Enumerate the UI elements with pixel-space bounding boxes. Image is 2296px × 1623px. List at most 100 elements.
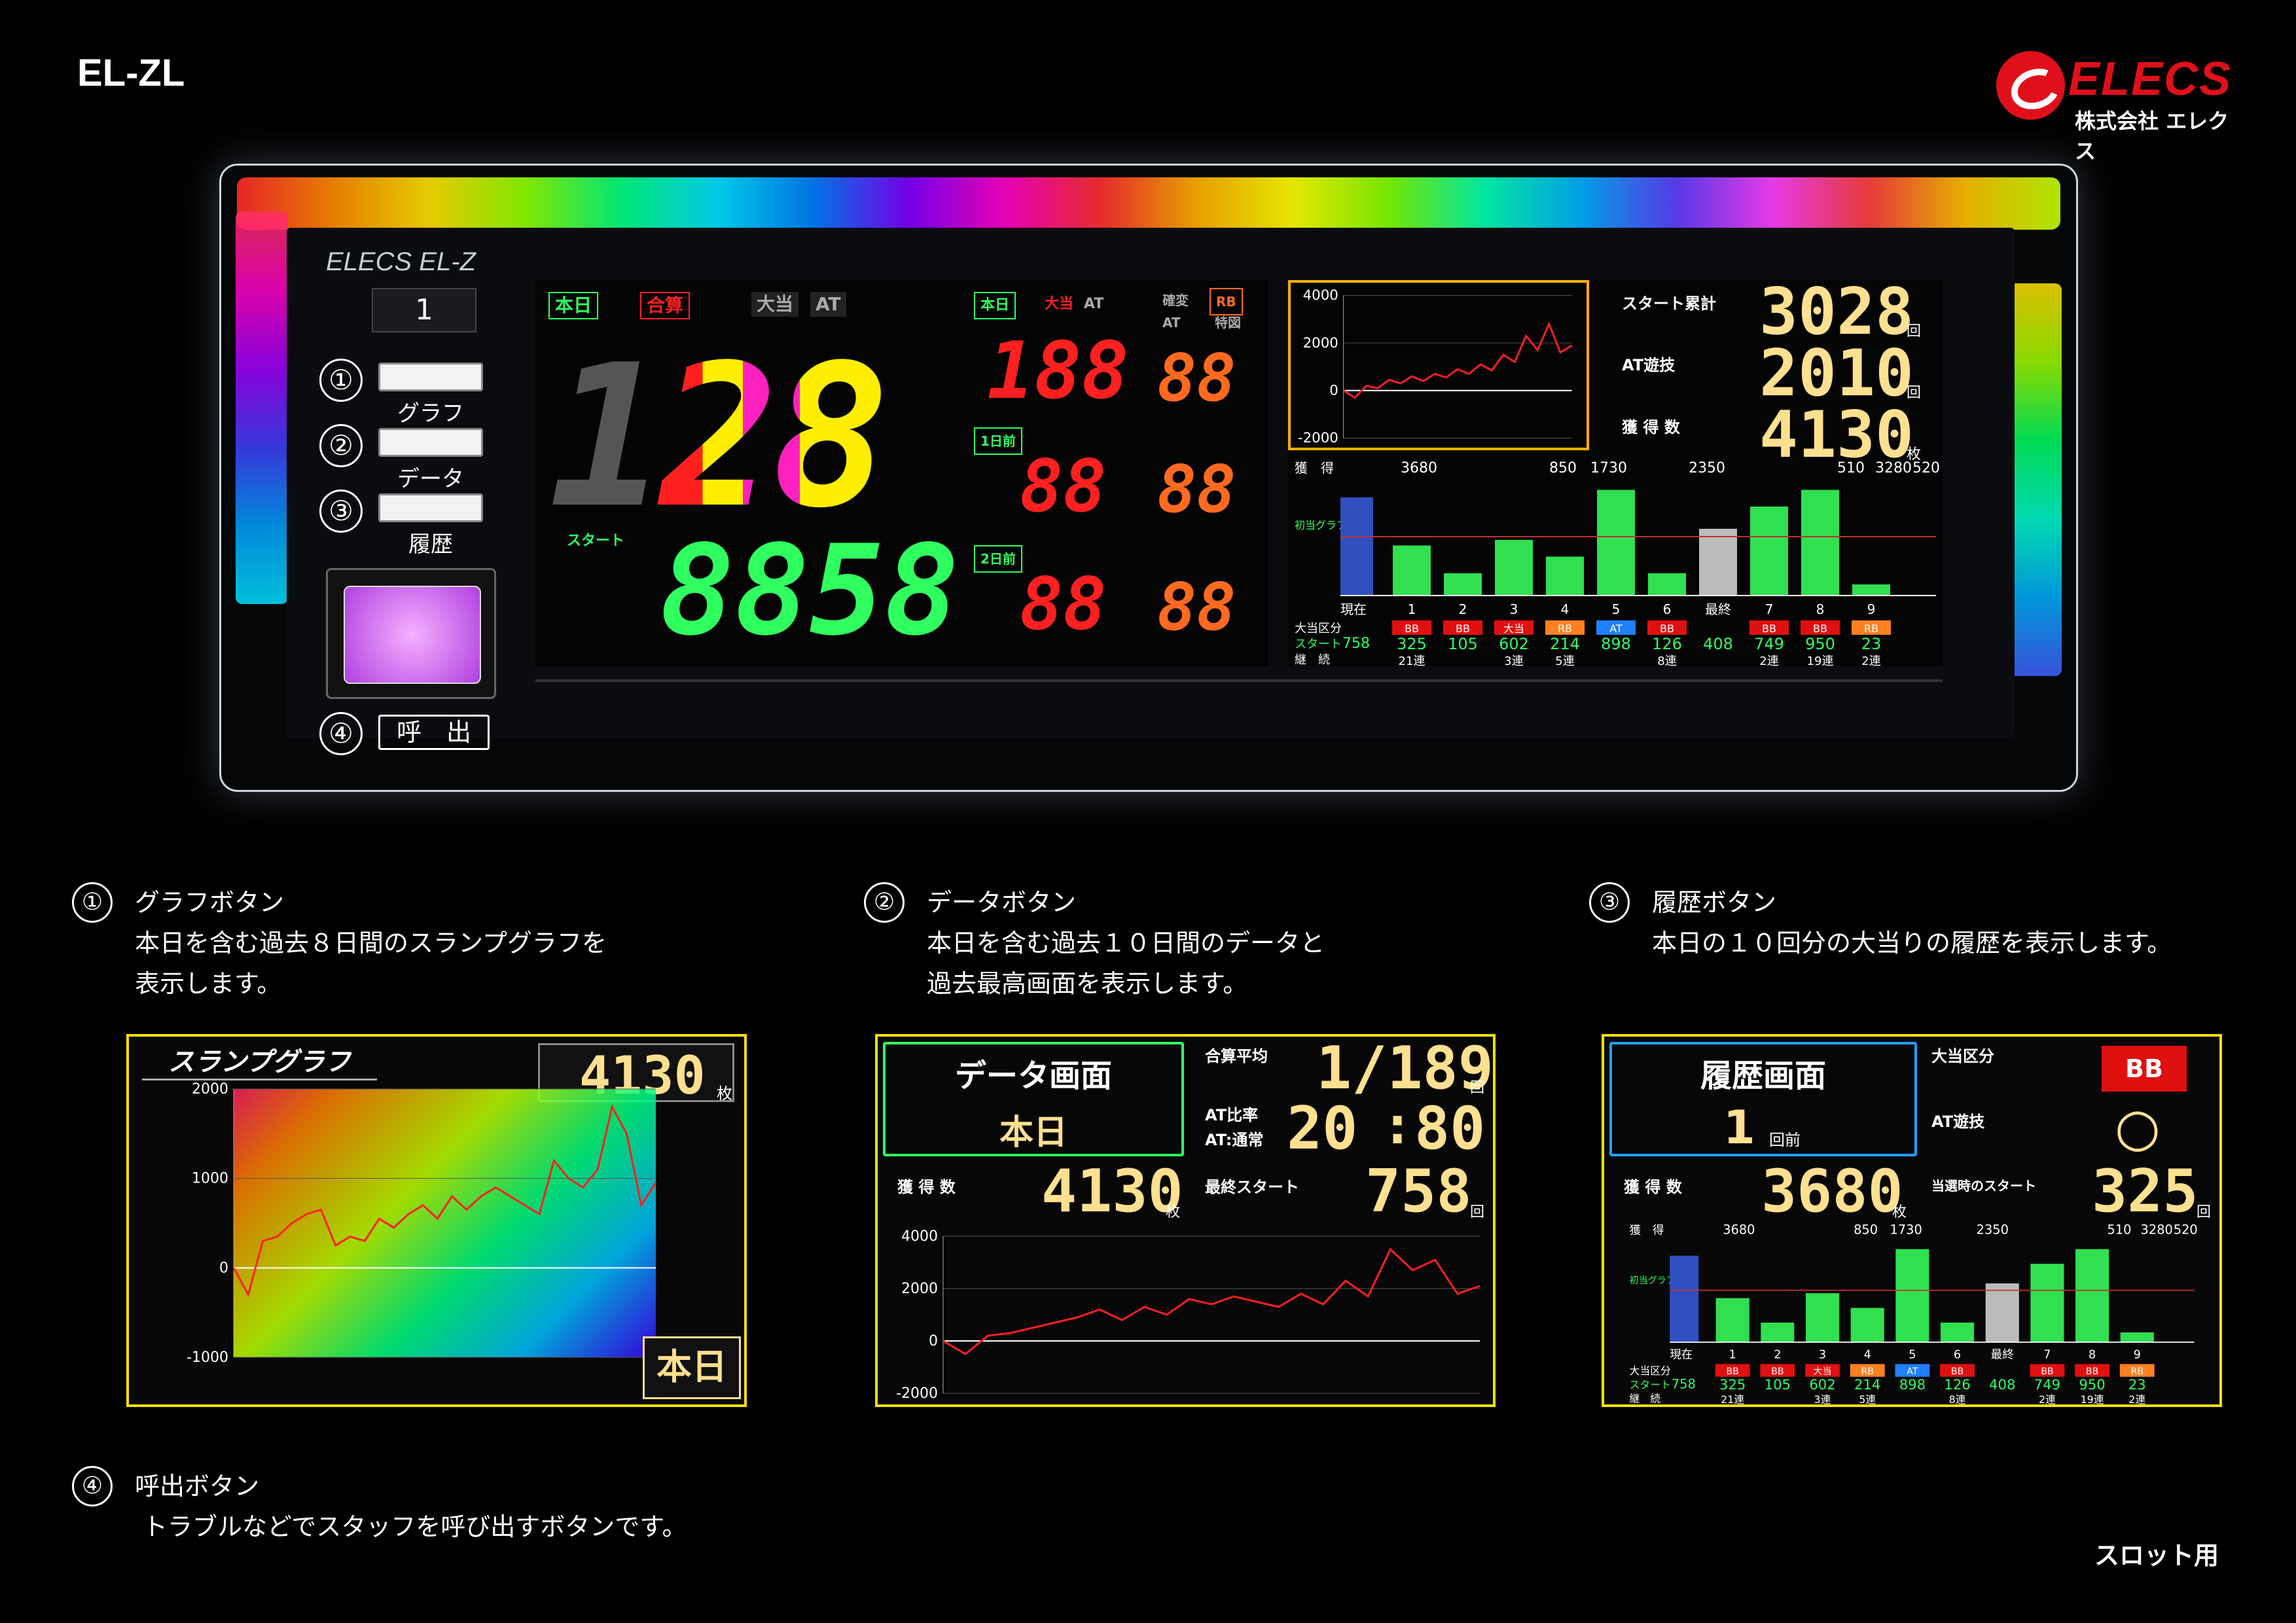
history-screen: 履歴画面 1 回前 大当区分 BB AT遊技 ○ 獲 得 数 3680 枚 当選… xyxy=(1602,1034,2222,1407)
col-start: 950 xyxy=(2079,1376,2105,1393)
y-tick-label: -2000 xyxy=(896,1385,938,1402)
top-value: 3280 xyxy=(2141,1222,2173,1237)
history-table: 獲 得初当グラフ 3680 850 1730 2350 510 3280 520 現在大当区分ス… xyxy=(1295,460,1940,666)
history-bar xyxy=(1985,1283,2019,1342)
ratio-sep: : xyxy=(1382,1095,1414,1156)
graph-button-key[interactable] xyxy=(378,363,483,391)
day2-big-counter: 88 xyxy=(1020,562,1107,646)
avg-label: 合算平均 xyxy=(1205,1047,1268,1065)
desc-title: 呼出ボタン xyxy=(135,1472,260,1501)
graph-button-label: グラフ xyxy=(397,401,464,427)
row-1day: 1日前 xyxy=(974,427,1022,455)
start-total-value: 3028 xyxy=(1759,275,1914,349)
col-big: 大当 xyxy=(1045,296,1074,312)
device-frame: ELECS EL-Z 1 ① グラフ ② データ ③ 履歴 ④ 呼 出 本日 合… xyxy=(219,164,2078,792)
history-bar xyxy=(1801,490,1839,596)
led-strip-right xyxy=(2009,283,2062,676)
hist-num-unit: 回前 xyxy=(1769,1131,1801,1149)
col-number: 7 xyxy=(1765,601,1774,617)
type-text: RB xyxy=(1558,622,1572,635)
data-button[interactable]: ② データ xyxy=(319,424,490,492)
col-number: 2 xyxy=(1774,1349,1781,1362)
data-sub: 本日 xyxy=(999,1113,1067,1152)
history-bar xyxy=(1852,584,1890,596)
top-value: 3280 xyxy=(1875,460,1912,476)
col-start: 126 xyxy=(1944,1376,1970,1393)
logo-sub: 株式会社 エレクス xyxy=(2075,109,2229,164)
top-value: 3680 xyxy=(1401,460,1437,476)
now-start: 758 xyxy=(1342,635,1370,652)
col-number: 4 xyxy=(1864,1349,1871,1362)
history-bar xyxy=(1761,1322,1795,1342)
device-panel: ELECS EL-Z 1 ① グラフ ② データ ③ 履歴 ④ 呼 出 本日 合… xyxy=(287,228,2015,755)
col-streak: 8連 xyxy=(1949,1393,1966,1404)
type-text: BB xyxy=(1762,622,1776,635)
button-number: ③ xyxy=(319,490,363,533)
type-text: RB xyxy=(1864,622,1878,635)
col-start: 602 xyxy=(1499,635,1529,653)
col-start: 325 xyxy=(1397,635,1427,653)
data-button-key[interactable] xyxy=(378,428,483,457)
day2-rb-counter: 88 xyxy=(1157,569,1236,645)
col-streak: 3連 xyxy=(1814,1393,1831,1404)
desc-line: 過去最高画面を表示します。 xyxy=(927,969,1248,998)
tag-today: 本日 xyxy=(548,292,599,319)
call-lamp[interactable] xyxy=(326,568,496,699)
slump-badge: 本日 xyxy=(643,1336,741,1399)
last-start-value: 758 xyxy=(1365,1157,1472,1226)
call-button-label[interactable]: 呼 出 xyxy=(378,715,490,750)
type-text: BB xyxy=(1813,622,1827,635)
model-title: EL-ZL xyxy=(77,52,185,94)
type-text: BB xyxy=(1405,622,1419,635)
type-text: BB xyxy=(1951,1366,1964,1377)
start-total-label: スタート累計 xyxy=(1622,294,1716,313)
col-start: 898 xyxy=(1899,1376,1926,1393)
history-bar xyxy=(2030,1264,2064,1342)
slump-graph-screen: スランプグラフ 4130 枚 2000 1000 0 -1000 本日 xyxy=(126,1034,747,1407)
history-bar xyxy=(1699,529,1737,596)
row-label-type: 大当区分 xyxy=(1295,622,1342,635)
led-strip-left xyxy=(236,211,288,604)
desc-line: トラブルなどでスタッフを呼び出すボタンです。 xyxy=(143,1512,687,1541)
top-value: 510 xyxy=(1837,460,1865,476)
tag-big: 大当 xyxy=(751,292,799,317)
hist-get-label: 獲 得 数 xyxy=(1624,1178,1682,1196)
col-streak: 19連 xyxy=(2081,1393,2104,1404)
history-bar xyxy=(1495,540,1533,596)
history-button-key[interactable] xyxy=(378,493,483,522)
top-value: 520 xyxy=(2174,1222,2198,1237)
col-number: 3 xyxy=(1819,1349,1826,1362)
type-text: RB xyxy=(2131,1366,2144,1377)
last-start-unit: 回 xyxy=(1470,1204,1485,1221)
ratio-label-1: AT比率 xyxy=(1205,1106,1259,1124)
history-bar xyxy=(2120,1332,2154,1342)
desc-title: グラフボタン xyxy=(135,888,285,917)
row-label-start: スタート xyxy=(1630,1378,1671,1391)
col-streak: 2連 xyxy=(1861,654,1880,666)
row-label-streak: 継 続 xyxy=(1295,653,1330,666)
history-button[interactable]: ③ 履歴 xyxy=(319,490,490,558)
big-counter: 128 xyxy=(548,323,890,551)
desc-number: ④ xyxy=(72,1466,113,1507)
col-number: 5 xyxy=(1612,601,1621,617)
graph-button[interactable]: ① グラフ xyxy=(319,359,490,427)
desc-line: 本日の１０回分の大当りの履歴を表示します。 xyxy=(1652,929,2172,957)
tag-at: AT xyxy=(810,292,846,317)
col-number: 3 xyxy=(1510,601,1518,617)
lcd-display: 4000 2000 0 -2000 スタート累計 3028 回 AT遊技 2010 回… xyxy=(1288,280,1943,666)
y-tick-label: -1000 xyxy=(187,1349,228,1366)
top-value: 850 xyxy=(1854,1222,1878,1237)
row-label-streak: 継 続 xyxy=(1630,1392,1661,1404)
led-strip-top xyxy=(237,177,2060,230)
y-tick-label: 2000 xyxy=(901,1281,938,1297)
type-text: BB xyxy=(1660,622,1674,635)
display-divider xyxy=(535,679,1943,682)
type-text: BB xyxy=(1771,1366,1784,1377)
y-tick-label: 4000 xyxy=(1303,287,1338,304)
now-label: 現在 xyxy=(1670,1349,1693,1362)
day1-big-counter: 88 xyxy=(1020,444,1107,528)
day1-rb-counter: 88 xyxy=(1157,451,1236,527)
history-bar xyxy=(1393,545,1431,596)
col-start: 105 xyxy=(1765,1376,1791,1393)
col-start: 105 xyxy=(1448,635,1478,653)
